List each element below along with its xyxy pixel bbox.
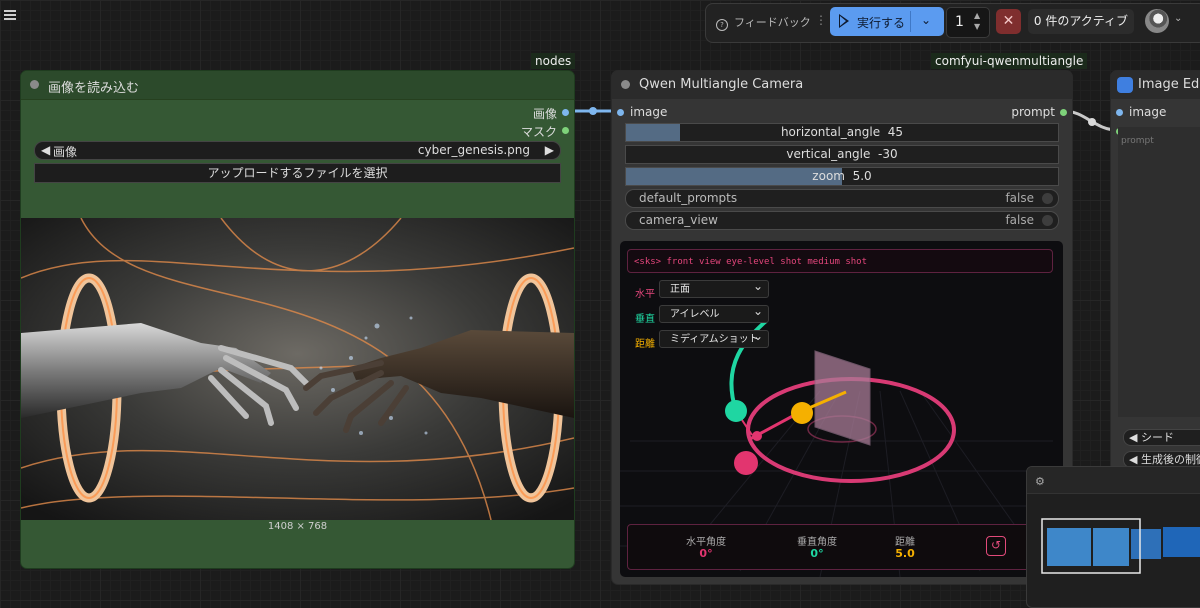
seed-widget[interactable]: ◀ シード (1123, 429, 1200, 446)
node-header[interactable]: Image Edit (1111, 71, 1200, 99)
collapse-dot-icon[interactable] (621, 80, 630, 89)
reset-icon[interactable]: ↺ (986, 536, 1006, 556)
minimap-canvas[interactable] (1027, 493, 1200, 607)
vertical-angle-slider[interactable]: vertical_angle -30 (625, 145, 1059, 164)
collapse-dot-icon[interactable] (30, 80, 39, 89)
node-header[interactable]: Qwen Multiangle Camera (612, 71, 1072, 99)
output-slot-mask[interactable] (562, 127, 569, 134)
output-slot-prompt[interactable] (1060, 109, 1067, 116)
camera-view-toggle[interactable]: camera_view false (625, 211, 1059, 230)
image-dimensions: 1408 × 768 (267, 521, 328, 532)
vertical-select-label: 垂直 (635, 314, 655, 325)
default-prompts-toggle[interactable]: default_prompts false (625, 189, 1059, 208)
node-type-icon (1117, 77, 1133, 93)
horizontal-select-label: 水平 (635, 289, 655, 300)
distance-label: 距離 (895, 537, 915, 548)
output-slot-image[interactable] (562, 109, 569, 116)
load-image-node[interactable]: 画像を読み込む 画像 マスク ◀ 画像 cyber_genesis.png ▶ … (20, 70, 575, 569)
minimap-toolbar: ⚙ (1027, 467, 1200, 494)
angle-readout-panel: 水平角度 0° 垂直角度 0° 距離 5.0 ↺ (627, 524, 1057, 570)
input-label-image: image (1129, 105, 1167, 119)
output-label-image: 画像 (532, 107, 557, 121)
input-label-image: image (630, 105, 668, 119)
node-title: 画像を読み込む (48, 81, 140, 96)
settings-sliders-icon[interactable]: ⚙ (1035, 475, 1045, 488)
input-slot-image[interactable] (1116, 109, 1123, 116)
prompt-textarea[interactable] (1118, 127, 1200, 417)
node-header[interactable]: 画像を読み込む (21, 71, 574, 100)
zoom-slider[interactable]: zoom 5.0 (625, 167, 1059, 186)
prompt-placeholder: prompt (1121, 136, 1154, 146)
qwen-multiangle-camera-node[interactable]: Qwen Multiangle Camera image prompt hori… (611, 70, 1073, 585)
distance-select[interactable]: ミディアムショット (659, 327, 769, 348)
preview-image (21, 218, 574, 520)
distance-select-label: 距離 (635, 339, 655, 350)
vertical-angle-value: 0° (810, 547, 824, 560)
arrow-right-icon[interactable]: ▶ (545, 143, 554, 157)
horizontal-angle-slider[interactable]: horizontal_angle 45 (625, 123, 1059, 142)
node-title: Qwen Multiangle Camera (639, 77, 804, 92)
vertical-select[interactable]: アイレベル (659, 302, 769, 323)
minimap[interactable]: ⚙ (1026, 466, 1200, 608)
input-slot-image[interactable] (617, 109, 624, 116)
vertical-angle-label: 垂直角度 (797, 537, 837, 548)
image-combo-widget[interactable]: ◀ 画像 cyber_genesis.png ▶ (34, 141, 561, 160)
upload-button[interactable]: アップロードするファイルを選択 (34, 163, 561, 183)
generated-prompt-text: <sks> front view eye-level shot medium s… (627, 249, 1053, 273)
horizontal-select[interactable]: 正面 (659, 277, 769, 298)
camera-3d-viewer[interactable]: <sks> front view eye-level shot medium s… (620, 241, 1063, 577)
image-edit-node[interactable]: Image Edit image prompt ◀ シード ◀ 生成後の制御 (1110, 70, 1200, 472)
arrow-left-icon[interactable]: ◀ (41, 143, 50, 157)
output-label-prompt: prompt (1011, 105, 1055, 119)
horizontal-angle-label: 水平角度 (686, 537, 726, 548)
output-label-mask: マスク (520, 125, 557, 139)
horizontal-angle-value: 0° (699, 547, 713, 560)
distance-value: 5.0 (895, 547, 915, 560)
node-title: Image Edit (1138, 77, 1200, 92)
